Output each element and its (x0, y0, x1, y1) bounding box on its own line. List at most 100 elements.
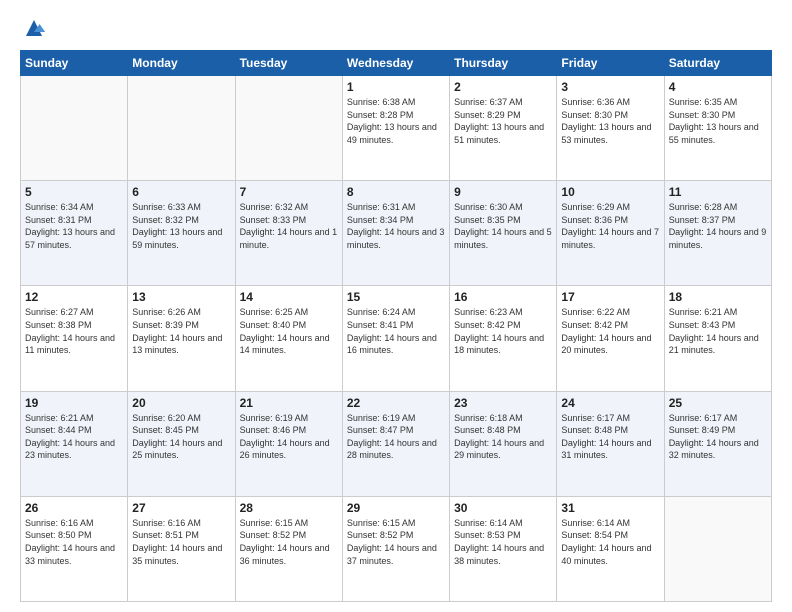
day-info: Sunrise: 6:37 AM Sunset: 8:29 PM Dayligh… (454, 96, 552, 146)
day-number: 4 (669, 80, 767, 94)
day-number: 17 (561, 290, 659, 304)
cal-cell: 18 Sunrise: 6:21 AM Sunset: 8:43 PM Dayli… (664, 286, 771, 391)
day-number: 18 (669, 290, 767, 304)
day-number: 2 (454, 80, 552, 94)
cal-cell: 27 Sunrise: 6:16 AM Sunset: 8:51 PM Dayli… (128, 496, 235, 601)
cal-cell (235, 76, 342, 181)
cal-cell: 30 Sunrise: 6:14 AM Sunset: 8:53 PM Dayli… (450, 496, 557, 601)
day-number: 11 (669, 185, 767, 199)
logo-icon (22, 16, 46, 40)
cal-cell: 3 Sunrise: 6:36 AM Sunset: 8:30 PM Daylig… (557, 76, 664, 181)
day-info: Sunrise: 6:14 AM Sunset: 8:54 PM Dayligh… (561, 517, 659, 567)
day-info: Sunrise: 6:19 AM Sunset: 8:47 PM Dayligh… (347, 412, 445, 462)
day-info: Sunrise: 6:16 AM Sunset: 8:50 PM Dayligh… (25, 517, 123, 567)
day-info: Sunrise: 6:32 AM Sunset: 8:33 PM Dayligh… (240, 201, 338, 251)
day-info: Sunrise: 6:33 AM Sunset: 8:32 PM Dayligh… (132, 201, 230, 251)
day-info: Sunrise: 6:19 AM Sunset: 8:46 PM Dayligh… (240, 412, 338, 462)
cal-cell: 4 Sunrise: 6:35 AM Sunset: 8:30 PM Daylig… (664, 76, 771, 181)
cal-cell: 9Sunrise: 6:30 AM Sunset: 8:35 PM Daylig… (450, 181, 557, 286)
cal-cell: 13 Sunrise: 6:26 AM Sunset: 8:39 PM Dayli… (128, 286, 235, 391)
day-number: 30 (454, 501, 552, 515)
day-number: 26 (25, 501, 123, 515)
day-info: Sunrise: 6:35 AM Sunset: 8:30 PM Dayligh… (669, 96, 767, 146)
day-info: Sunrise: 6:26 AM Sunset: 8:39 PM Dayligh… (132, 306, 230, 356)
day-header-sunday: Sunday (21, 51, 128, 76)
page: SundayMondayTuesdayWednesdayThursdayFrid… (0, 0, 792, 612)
day-info: Sunrise: 6:38 AM Sunset: 8:28 PM Dayligh… (347, 96, 445, 146)
day-info: Sunrise: 6:20 AM Sunset: 8:45 PM Dayligh… (132, 412, 230, 462)
day-info: Sunrise: 6:21 AM Sunset: 8:44 PM Dayligh… (25, 412, 123, 462)
day-info: Sunrise: 6:17 AM Sunset: 8:48 PM Dayligh… (561, 412, 659, 462)
week-row-2: 5 Sunrise: 6:34 AM Sunset: 8:31 PM Daylig… (21, 181, 772, 286)
day-info: Sunrise: 6:16 AM Sunset: 8:51 PM Dayligh… (132, 517, 230, 567)
cal-cell: 23Sunrise: 6:18 AM Sunset: 8:48 PM Dayli… (450, 391, 557, 496)
day-info: Sunrise: 6:31 AM Sunset: 8:34 PM Dayligh… (347, 201, 445, 251)
day-number: 20 (132, 396, 230, 410)
day-info: Sunrise: 6:36 AM Sunset: 8:30 PM Dayligh… (561, 96, 659, 146)
week-row-3: 12Sunrise: 6:27 AM Sunset: 8:38 PM Dayli… (21, 286, 772, 391)
day-number: 19 (25, 396, 123, 410)
week-row-4: 19 Sunrise: 6:21 AM Sunset: 8:44 PM Dayli… (21, 391, 772, 496)
cal-cell: 24 Sunrise: 6:17 AM Sunset: 8:48 PM Dayli… (557, 391, 664, 496)
day-number: 22 (347, 396, 445, 410)
day-number: 16 (454, 290, 552, 304)
day-info: Sunrise: 6:23 AM Sunset: 8:42 PM Dayligh… (454, 306, 552, 356)
day-header-monday: Monday (128, 51, 235, 76)
cal-cell: 25 Sunrise: 6:17 AM Sunset: 8:49 PM Dayli… (664, 391, 771, 496)
cal-cell: 10 Sunrise: 6:29 AM Sunset: 8:36 PM Dayli… (557, 181, 664, 286)
day-number: 13 (132, 290, 230, 304)
day-number: 28 (240, 501, 338, 515)
day-info: Sunrise: 6:34 AM Sunset: 8:31 PM Dayligh… (25, 201, 123, 251)
day-number: 9 (454, 185, 552, 199)
day-number: 7 (240, 185, 338, 199)
day-number: 25 (669, 396, 767, 410)
cal-cell: 11 Sunrise: 6:28 AM Sunset: 8:37 PM Dayli… (664, 181, 771, 286)
day-header-thursday: Thursday (450, 51, 557, 76)
day-number: 6 (132, 185, 230, 199)
cal-cell: 16 Sunrise: 6:23 AM Sunset: 8:42 PM Dayli… (450, 286, 557, 391)
day-info: Sunrise: 6:29 AM Sunset: 8:36 PM Dayligh… (561, 201, 659, 251)
cal-cell: 29 Sunrise: 6:15 AM Sunset: 8:52 PM Dayli… (342, 496, 449, 601)
cal-cell: 15Sunrise: 6:24 AM Sunset: 8:41 PM Dayli… (342, 286, 449, 391)
day-number: 24 (561, 396, 659, 410)
day-number: 21 (240, 396, 338, 410)
day-number: 29 (347, 501, 445, 515)
cal-cell: 26 Sunrise: 6:16 AM Sunset: 8:50 PM Dayli… (21, 496, 128, 601)
day-info: Sunrise: 6:15 AM Sunset: 8:52 PM Dayligh… (347, 517, 445, 567)
day-header-friday: Friday (557, 51, 664, 76)
cal-cell: 8Sunrise: 6:31 AM Sunset: 8:34 PM Daylig… (342, 181, 449, 286)
day-number: 14 (240, 290, 338, 304)
day-header-saturday: Saturday (664, 51, 771, 76)
day-info: Sunrise: 6:28 AM Sunset: 8:37 PM Dayligh… (669, 201, 767, 251)
day-info: Sunrise: 6:14 AM Sunset: 8:53 PM Dayligh… (454, 517, 552, 567)
cal-cell: 21 Sunrise: 6:19 AM Sunset: 8:46 PM Dayli… (235, 391, 342, 496)
cal-cell: 19 Sunrise: 6:21 AM Sunset: 8:44 PM Dayli… (21, 391, 128, 496)
cal-cell: 2 Sunrise: 6:37 AM Sunset: 8:29 PM Daylig… (450, 76, 557, 181)
calendar-header-row: SundayMondayTuesdayWednesdayThursdayFrid… (21, 51, 772, 76)
day-header-wednesday: Wednesday (342, 51, 449, 76)
day-number: 31 (561, 501, 659, 515)
cal-cell (21, 76, 128, 181)
day-info: Sunrise: 6:15 AM Sunset: 8:52 PM Dayligh… (240, 517, 338, 567)
cal-cell: 14 Sunrise: 6:25 AM Sunset: 8:40 PM Dayli… (235, 286, 342, 391)
day-number: 15 (347, 290, 445, 304)
cal-cell: 12Sunrise: 6:27 AM Sunset: 8:38 PM Dayli… (21, 286, 128, 391)
day-number: 27 (132, 501, 230, 515)
day-number: 3 (561, 80, 659, 94)
day-info: Sunrise: 6:25 AM Sunset: 8:40 PM Dayligh… (240, 306, 338, 356)
cal-cell: 17Sunrise: 6:22 AM Sunset: 8:42 PM Dayli… (557, 286, 664, 391)
day-info: Sunrise: 6:17 AM Sunset: 8:49 PM Dayligh… (669, 412, 767, 462)
cal-cell: 1Sunrise: 6:38 AM Sunset: 8:28 PM Daylig… (342, 76, 449, 181)
calendar-table: SundayMondayTuesdayWednesdayThursdayFrid… (20, 50, 772, 602)
calendar: SundayMondayTuesdayWednesdayThursdayFrid… (20, 50, 772, 602)
cal-cell (664, 496, 771, 601)
day-info: Sunrise: 6:27 AM Sunset: 8:38 PM Dayligh… (25, 306, 123, 356)
cal-cell: 31 Sunrise: 6:14 AM Sunset: 8:54 PM Dayli… (557, 496, 664, 601)
header (20, 16, 772, 40)
cal-cell: 6 Sunrise: 6:33 AM Sunset: 8:32 PM Daylig… (128, 181, 235, 286)
day-number: 10 (561, 185, 659, 199)
day-number: 5 (25, 185, 123, 199)
cal-cell: 28 Sunrise: 6:15 AM Sunset: 8:52 PM Dayli… (235, 496, 342, 601)
cal-cell (128, 76, 235, 181)
day-info: Sunrise: 6:21 AM Sunset: 8:43 PM Dayligh… (669, 306, 767, 356)
